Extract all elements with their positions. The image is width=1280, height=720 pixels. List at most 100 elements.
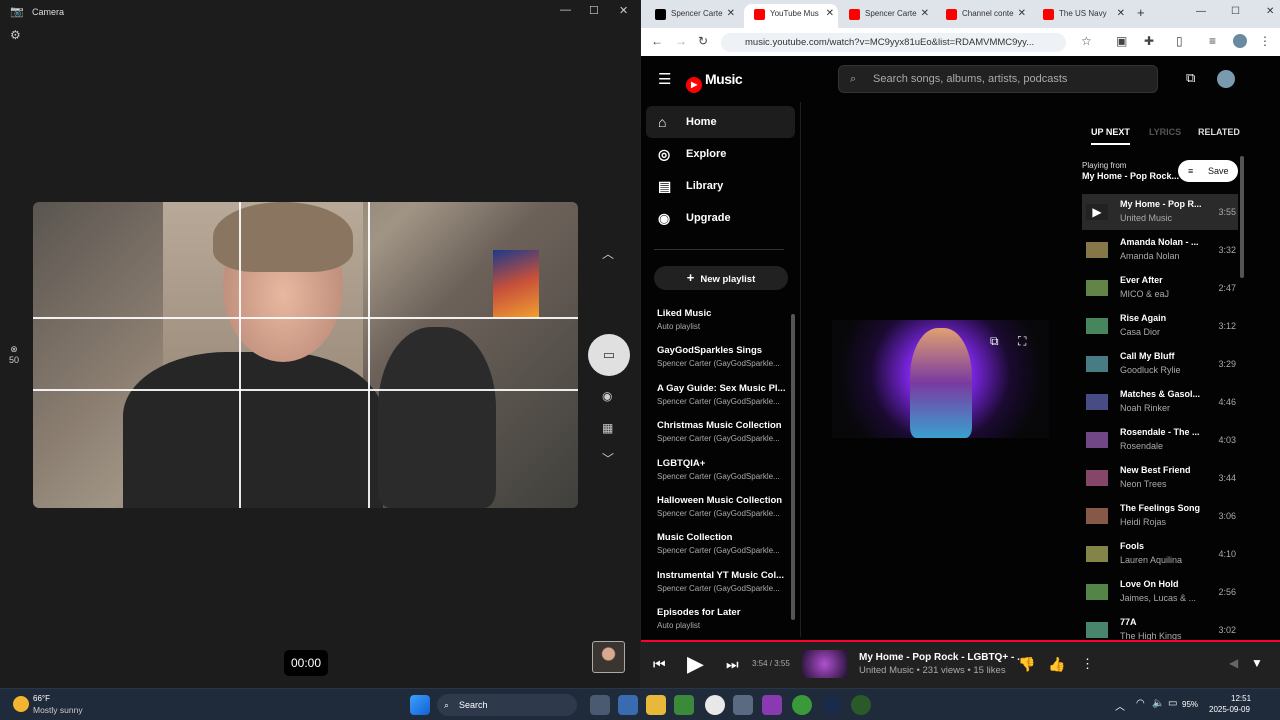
url-field[interactable]: music.youtube.com/watch?v=MC9yyx81uEo&li… [721, 33, 1066, 52]
back-icon[interactable]: ← [651, 34, 663, 48]
browser-tab[interactable]: Spencer Carte ✕ [645, 4, 739, 28]
ytm-logo[interactable]: ▶ Music [686, 71, 743, 93]
app-leaf-icon[interactable] [851, 695, 871, 715]
previous-icon[interactable]: ⏮ [653, 656, 666, 673]
battery-icon[interactable]: ▭ [1168, 698, 1177, 709]
star-icon[interactable]: ☆ [1081, 34, 1092, 48]
player-thumbnail[interactable] [802, 650, 847, 678]
next-icon[interactable]: ⏭ [726, 656, 739, 673]
volume-icon[interactable]: ◀ [1229, 656, 1238, 670]
sidebar-item-explore[interactable]: ◎ Explore [646, 138, 795, 170]
tab-up-next[interactable]: UP NEXT [1091, 127, 1130, 145]
new-tab-icon[interactable]: + [1137, 5, 1145, 20]
album-art[interactable]: ⧉ ⛶ [832, 320, 1049, 438]
file-explorer-icon[interactable] [646, 695, 666, 715]
browser-tab[interactable]: The US Navy ✕ [1033, 4, 1129, 28]
extension-icon[interactable]: ▣ [1116, 34, 1127, 48]
steam-icon[interactable] [822, 695, 842, 715]
queue-item[interactable]: Call My Bluff Goodluck Rylie 3:29 [1082, 346, 1238, 382]
camera-app-taskbar-icon[interactable] [618, 695, 638, 715]
forward-icon[interactable]: → [675, 34, 687, 48]
save-button[interactable]: ≡ Save [1178, 160, 1238, 182]
task-view-icon[interactable] [590, 695, 610, 715]
settings-gear-icon[interactable]: ⚙ [10, 28, 21, 42]
queue-item[interactable]: New Best Friend Neon Trees 3:44 [1082, 460, 1238, 496]
queue-item[interactable]: Rosendale - The ... Rosendale 4:03 [1082, 422, 1238, 458]
clock-time[interactable]: 12:51 [1231, 694, 1251, 703]
app-icon[interactable] [762, 695, 782, 715]
maximize-icon[interactable]: ☐ [589, 4, 599, 17]
clock-date[interactable]: 2025-09-09 [1209, 705, 1250, 714]
wifi-icon[interactable]: ◠ [1136, 698, 1145, 709]
weather-text[interactable]: Mostly sunny [33, 705, 83, 715]
playlist-item[interactable]: Halloween Music Collection Spencer Carter… [657, 495, 787, 518]
account-avatar[interactable] [1217, 70, 1235, 88]
menu-icon[interactable]: ⋮ [1259, 34, 1271, 48]
chrome-icon[interactable] [705, 695, 725, 715]
dislike-icon[interactable]: 👎 [1018, 656, 1035, 673]
tab-close-icon[interactable]: ✕ [1117, 4, 1125, 24]
close-icon[interactable]: ✕ [1266, 6, 1274, 17]
queue-scrollbar[interactable] [1240, 156, 1244, 278]
new-playlist-button[interactable]: + New playlist [654, 266, 788, 290]
xbox-icon[interactable] [792, 695, 812, 715]
photo-mode-icon[interactable]: ◉ [602, 389, 612, 403]
photos-icon[interactable] [733, 695, 753, 715]
expand-icon[interactable]: ▼ [1251, 656, 1263, 670]
more-options-icon[interactable]: ⋮ [1081, 656, 1094, 672]
sidebar-scrollbar[interactable] [791, 314, 795, 620]
miniplayer-icon[interactable]: ⧉ [990, 334, 999, 349]
sidebar-item-home[interactable]: ⌂ Home [646, 106, 795, 138]
queue-item[interactable]: Ever After MICO & eaJ 2:47 [1082, 270, 1238, 306]
tab-lyrics[interactable]: LYRICS [1149, 127, 1181, 137]
chevron-up-icon[interactable]: ︿ [602, 245, 614, 262]
minimize-icon[interactable]: — [560, 4, 571, 16]
maximize-icon[interactable]: ☐ [1231, 6, 1240, 17]
playlist-item[interactable]: A Gay Guide: Sex Music Pl... Spencer Cart… [657, 383, 787, 406]
zoom-control[interactable]: ⊗ 50 [9, 344, 19, 365]
close-icon[interactable]: ✕ [619, 4, 628, 17]
puzzle-icon[interactable]: ✚ [1144, 34, 1154, 48]
tab-related[interactable]: RELATED [1198, 127, 1240, 137]
tab-close-icon[interactable]: ✕ [727, 4, 735, 24]
playlist-item[interactable]: Christmas Music Collection Spencer Carter… [657, 420, 787, 443]
sidebar-item-upgrade[interactable]: ◉ Upgrade [646, 202, 795, 234]
sidebar-item-library[interactable]: ▤ Library [646, 170, 795, 202]
tab-close-icon[interactable]: ✕ [1018, 4, 1026, 24]
playlist-item[interactable]: Liked Music Auto playlist [657, 308, 787, 331]
sidepanel-icon[interactable]: ▯ [1176, 34, 1183, 48]
tray-chevron-icon[interactable]: ︿ [1115, 698, 1125, 713]
taskbar-search[interactable]: ⌕ Search [437, 694, 577, 716]
video-record-button[interactable]: ▭ [588, 334, 630, 376]
profile-avatar[interactable] [1233, 34, 1247, 48]
playlist-item[interactable]: Episodes for Later Auto playlist [657, 607, 787, 630]
player-title[interactable]: My Home - Pop Rock - LGBTQ+ - ... [859, 652, 1025, 663]
chevron-down-icon[interactable]: ﹀ [602, 450, 614, 467]
playlist-item[interactable]: GayGodSparkles Sings Spencer Carter (GayG… [657, 345, 787, 368]
queue-item[interactable]: ▶ My Home - Pop R... United Music 3:55 [1082, 194, 1238, 230]
queue-item[interactable]: Matches & Gasol... Noah Rinker 4:46 [1082, 384, 1238, 420]
reload-icon[interactable]: ↻ [698, 34, 708, 48]
play-icon[interactable]: ▶ [687, 651, 704, 677]
queue-item[interactable]: Love On Hold Jaimes, Lucas & ... 2:56 [1082, 574, 1238, 610]
browser-tab[interactable]: Spencer Carte ✕ [839, 4, 933, 28]
tab-close-icon[interactable]: ✕ [921, 4, 929, 24]
playlist-item[interactable]: Music Collection Spencer Carter (GayGodSp… [657, 532, 787, 555]
last-capture-thumbnail[interactable] [592, 641, 625, 673]
tab-close-icon[interactable]: ✕ [826, 4, 834, 24]
weather-temp[interactable]: 66°F [33, 694, 50, 703]
minimize-icon[interactable]: — [1196, 6, 1206, 17]
speaker-icon[interactable]: 🔈 [1152, 698, 1164, 709]
minecraft-icon[interactable] [674, 695, 694, 715]
fullscreen-icon[interactable]: ⛶ [1018, 334, 1026, 349]
playlist-item[interactable]: Instrumental YT Music Col... Spencer Cart… [657, 570, 787, 593]
start-button[interactable] [410, 695, 430, 715]
queue-item[interactable]: Amanda Nolan - ... Amanda Nolan 3:32 [1082, 232, 1238, 268]
like-icon[interactable]: 👍 [1048, 656, 1065, 673]
browser-tab[interactable]: YouTube Mus ✕ [744, 4, 838, 28]
queue-item[interactable]: Fools Lauren Aquilina 4:10 [1082, 536, 1238, 572]
hamburger-icon[interactable]: ☰ [658, 70, 671, 88]
media-icon[interactable]: ≡ [1209, 34, 1216, 48]
qr-code-icon[interactable]: ▦ [602, 421, 613, 435]
queue-item[interactable]: The Feelings Song Heidi Rojas 3:06 [1082, 498, 1238, 534]
